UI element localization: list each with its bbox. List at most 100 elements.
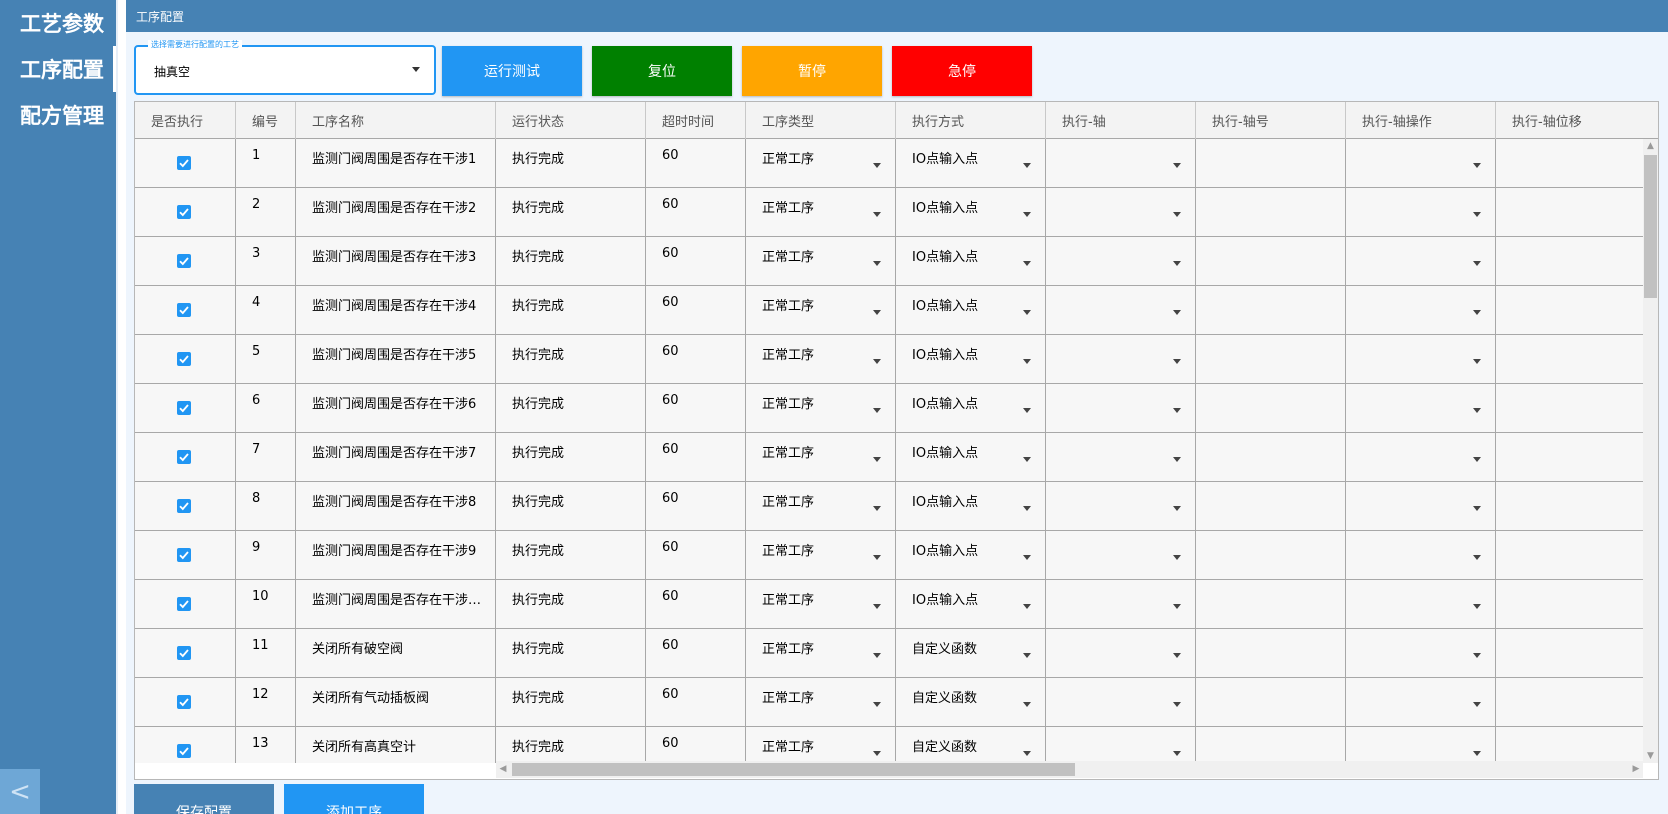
method-dropdown[interactable]: IO点输入点 xyxy=(896,286,1046,335)
column-header[interactable]: 执行-轴操作 xyxy=(1346,102,1496,139)
save-config-button[interactable]: 保存配置 xyxy=(134,784,274,814)
axis-operation-dropdown[interactable] xyxy=(1346,237,1496,286)
table-row[interactable]: 2 监测门阀周围是否存在干涉2 执行完成 60 正常工序 IO点输入点 xyxy=(135,188,1645,237)
axis-dropdown[interactable] xyxy=(1046,335,1196,384)
axis-number-cell[interactable] xyxy=(1196,531,1346,580)
method-dropdown[interactable]: IO点输入点 xyxy=(896,482,1046,531)
axis-number-cell[interactable] xyxy=(1196,286,1346,335)
table-row[interactable]: 9 监测门阀周围是否存在干涉9 执行完成 60 正常工序 IO点输入点 xyxy=(135,531,1645,580)
execute-checkbox[interactable] xyxy=(177,303,191,317)
axis-number-cell[interactable] xyxy=(1196,139,1346,188)
execute-checkbox[interactable] xyxy=(177,499,191,513)
process-select[interactable]: 选择需要进行配置的工艺 抽真空 xyxy=(134,40,436,95)
axis-operation-dropdown[interactable] xyxy=(1346,482,1496,531)
table-row[interactable]: 10 监测门阀周围是否存在干涉… 执行完成 60 正常工序 IO点输入点 xyxy=(135,580,1645,629)
execute-checkbox[interactable] xyxy=(177,401,191,415)
table-row[interactable]: 4 监测门阀周围是否存在干涉4 执行完成 60 正常工序 IO点输入点 xyxy=(135,286,1645,335)
axis-dropdown[interactable] xyxy=(1046,139,1196,188)
method-dropdown[interactable]: IO点输入点 xyxy=(896,237,1046,286)
axis-dropdown[interactable] xyxy=(1046,433,1196,482)
method-dropdown[interactable]: 自定义函数 xyxy=(896,678,1046,727)
method-dropdown[interactable]: IO点输入点 xyxy=(896,580,1046,629)
axis-operation-dropdown[interactable] xyxy=(1346,433,1496,482)
table-row[interactable]: 5 监测门阀周围是否存在干涉5 执行完成 60 正常工序 IO点输入点 xyxy=(135,335,1645,384)
add-process-button[interactable]: 添加工序 xyxy=(284,784,424,814)
axis-dropdown[interactable] xyxy=(1046,727,1196,763)
axis-number-cell[interactable] xyxy=(1196,580,1346,629)
scroll-down-icon[interactable]: ▼ xyxy=(1643,749,1658,763)
axis-operation-dropdown[interactable] xyxy=(1346,678,1496,727)
axis-number-cell[interactable] xyxy=(1196,678,1346,727)
axis-displacement-cell[interactable] xyxy=(1496,580,1645,629)
column-header[interactable]: 工序类型 xyxy=(746,102,896,139)
method-dropdown[interactable]: IO点输入点 xyxy=(896,384,1046,433)
axis-operation-dropdown[interactable] xyxy=(1346,335,1496,384)
column-header[interactable]: 执行-轴位移 xyxy=(1496,102,1658,139)
type-dropdown[interactable]: 正常工序 xyxy=(746,286,896,335)
axis-dropdown[interactable] xyxy=(1046,580,1196,629)
column-header[interactable]: 运行状态 xyxy=(496,102,646,139)
execute-checkbox[interactable] xyxy=(177,156,191,170)
vertical-scrollbar[interactable]: ▲ ▼ xyxy=(1643,139,1658,763)
type-dropdown[interactable]: 正常工序 xyxy=(746,580,896,629)
execute-checkbox[interactable] xyxy=(177,597,191,611)
axis-number-cell[interactable] xyxy=(1196,384,1346,433)
axis-operation-dropdown[interactable] xyxy=(1346,286,1496,335)
table-row[interactable]: 12 关闭所有气动插板阀 执行完成 60 正常工序 自定义函数 xyxy=(135,678,1645,727)
axis-number-cell[interactable] xyxy=(1196,237,1346,286)
axis-operation-dropdown[interactable] xyxy=(1346,139,1496,188)
axis-dropdown[interactable] xyxy=(1046,531,1196,580)
method-dropdown[interactable]: IO点输入点 xyxy=(896,139,1046,188)
axis-number-cell[interactable] xyxy=(1196,482,1346,531)
axis-dropdown[interactable] xyxy=(1046,678,1196,727)
scroll-left-icon[interactable]: ◀ xyxy=(496,761,510,778)
column-header[interactable]: 执行-轴 xyxy=(1046,102,1196,139)
table-row[interactable]: 6 监测门阀周围是否存在干涉6 执行完成 60 正常工序 IO点输入点 xyxy=(135,384,1645,433)
axis-displacement-cell[interactable] xyxy=(1496,335,1645,384)
axis-number-cell[interactable] xyxy=(1196,629,1346,678)
execute-checkbox[interactable] xyxy=(177,254,191,268)
column-header[interactable]: 执行-轴号 xyxy=(1196,102,1346,139)
axis-dropdown[interactable] xyxy=(1046,629,1196,678)
execute-checkbox[interactable] xyxy=(177,695,191,709)
column-header[interactable]: 编号 xyxy=(236,102,296,139)
axis-displacement-cell[interactable] xyxy=(1496,286,1645,335)
sidebar-item-recipe-management[interactable]: 配方管理 xyxy=(4,92,116,138)
method-dropdown[interactable]: IO点输入点 xyxy=(896,188,1046,237)
axis-displacement-cell[interactable] xyxy=(1496,678,1645,727)
axis-number-cell[interactable] xyxy=(1196,727,1346,763)
execute-checkbox[interactable] xyxy=(177,646,191,660)
method-dropdown[interactable]: IO点输入点 xyxy=(896,531,1046,580)
axis-number-cell[interactable] xyxy=(1196,188,1346,237)
axis-operation-dropdown[interactable] xyxy=(1346,531,1496,580)
vertical-scroll-thumb[interactable] xyxy=(1644,155,1657,298)
column-header[interactable]: 是否执行 xyxy=(135,102,236,139)
sidebar-item-process-config[interactable]: 工序配置 xyxy=(4,46,116,92)
horizontal-scroll-thumb[interactable] xyxy=(512,763,1075,776)
type-dropdown[interactable]: 正常工序 xyxy=(746,629,896,678)
execute-checkbox[interactable] xyxy=(177,450,191,464)
axis-number-cell[interactable] xyxy=(1196,335,1346,384)
pause-button[interactable]: 暂停 xyxy=(742,46,882,96)
axis-displacement-cell[interactable] xyxy=(1496,384,1645,433)
type-dropdown[interactable]: 正常工序 xyxy=(746,678,896,727)
type-dropdown[interactable]: 正常工序 xyxy=(746,727,896,763)
axis-operation-dropdown[interactable] xyxy=(1346,384,1496,433)
axis-operation-dropdown[interactable] xyxy=(1346,580,1496,629)
axis-displacement-cell[interactable] xyxy=(1496,139,1645,188)
table-row[interactable]: 8 监测门阀周围是否存在干涉8 执行完成 60 正常工序 IO点输入点 xyxy=(135,482,1645,531)
sidebar-item-process-params[interactable]: 工艺参数 xyxy=(4,0,116,46)
table-row[interactable]: 1 监测门阀周围是否存在干涉1 执行完成 60 正常工序 IO点输入点 xyxy=(135,139,1645,188)
table-row[interactable]: 11 关闭所有破空阀 执行完成 60 正常工序 自定义函数 xyxy=(135,629,1645,678)
axis-dropdown[interactable] xyxy=(1046,237,1196,286)
column-header[interactable]: 超时时间 xyxy=(646,102,746,139)
type-dropdown[interactable]: 正常工序 xyxy=(746,237,896,286)
axis-displacement-cell[interactable] xyxy=(1496,482,1645,531)
type-dropdown[interactable]: 正常工序 xyxy=(746,482,896,531)
execute-checkbox[interactable] xyxy=(177,352,191,366)
type-dropdown[interactable]: 正常工序 xyxy=(746,433,896,482)
run-test-button[interactable]: 运行测试 xyxy=(442,46,582,96)
type-dropdown[interactable]: 正常工序 xyxy=(746,531,896,580)
table-row[interactable]: 13 关闭所有高真空计 执行完成 60 正常工序 自定义函数 xyxy=(135,727,1645,763)
horizontal-scrollbar[interactable]: ◀ ▶ xyxy=(496,761,1643,778)
